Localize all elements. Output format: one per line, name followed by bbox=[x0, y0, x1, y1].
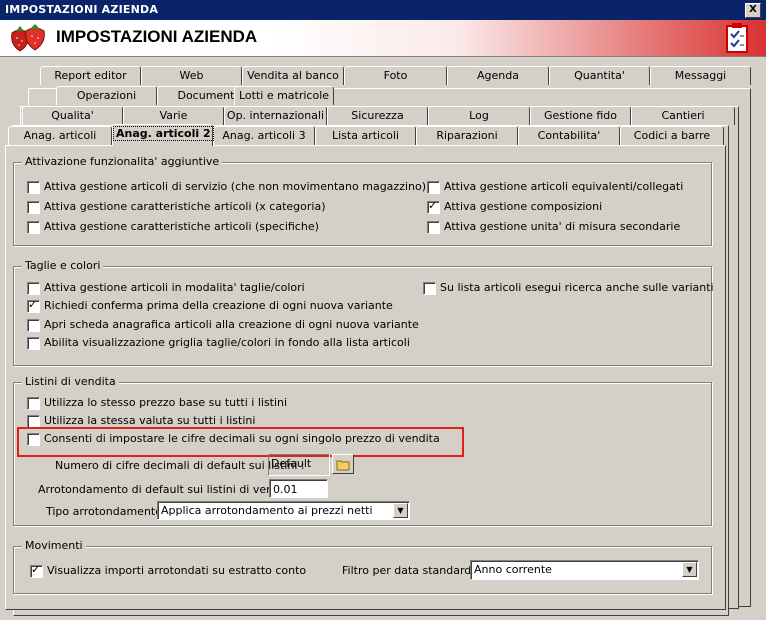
checkbox-composizioni[interactable] bbox=[427, 199, 440, 214]
folder-icon bbox=[336, 460, 350, 471]
decimali-display: Default bbox=[268, 454, 330, 476]
filtro-data-value: Anno corrente bbox=[474, 563, 552, 576]
label-taglie-colori: Attiva gestione articoli in modalita' ta… bbox=[44, 281, 305, 294]
checkbox-unita-misura-secondarie[interactable] bbox=[427, 221, 440, 234]
arrotondamento-input[interactable]: 0.01 bbox=[269, 479, 328, 498]
highlight-box bbox=[17, 427, 464, 457]
label-conferma-variante: Richiedi conferma prima della creazione … bbox=[44, 299, 393, 312]
filtro-data-select[interactable]: Anno corrente ▼ bbox=[470, 560, 699, 580]
label-composizioni: Attiva gestione composizioni bbox=[444, 200, 603, 213]
chevron-down-icon[interactable]: ▼ bbox=[393, 503, 408, 518]
label-articoli-servizio: Attiva gestione articoli di servizio (ch… bbox=[44, 180, 427, 193]
label-articoli-equivalenti: Attiva gestione articoli equivalenti/col… bbox=[444, 180, 684, 193]
group-listini-title: Listini di vendita bbox=[22, 375, 119, 388]
checkbox-griglia-taglie[interactable] bbox=[27, 337, 40, 350]
label-unita-misura-secondarie: Attiva gestione unita' di misura seconda… bbox=[444, 220, 681, 233]
label-ricerca-varianti: Su lista articoli esegui ricerca anche s… bbox=[440, 281, 714, 294]
label-caratteristiche-specifiche: Attiva gestione caratteristiche articoli… bbox=[44, 220, 319, 233]
label-caratteristiche-categoria: Attiva gestione caratteristiche articoli… bbox=[44, 200, 326, 213]
checkbox-importi-arrotondati[interactable] bbox=[30, 563, 43, 578]
checkbox-caratteristiche-specifiche[interactable] bbox=[27, 221, 40, 234]
checkbox-apri-scheda-variante[interactable] bbox=[27, 319, 40, 332]
label-apri-scheda-variante: Apri scheda anagrafica articoli alla cre… bbox=[44, 318, 419, 331]
checkbox-ricerca-varianti[interactable] bbox=[423, 282, 436, 295]
label-stesso-prezzo-base: Utilizza lo stesso prezzo base su tutti … bbox=[44, 396, 288, 409]
checkbox-articoli-servizio[interactable] bbox=[27, 181, 40, 194]
label-stessa-valuta: Utilizza la stessa valuta su tutti i lis… bbox=[44, 414, 256, 427]
decimali-browse-button[interactable] bbox=[332, 454, 354, 474]
group-movimenti-title: Movimenti bbox=[22, 539, 86, 552]
checkbox-stesso-prezzo-base[interactable] bbox=[27, 397, 40, 410]
group-funzionalita-title: Attivazione funzionalita' aggiuntive bbox=[22, 155, 223, 168]
checkbox-conferma-variante[interactable] bbox=[27, 298, 40, 313]
chevron-down-icon[interactable]: ▼ bbox=[682, 562, 697, 577]
label-tipo-arrotondamento: Tipo arrotondamento : bbox=[46, 505, 170, 518]
tipo-arrotondamento-value: Applica arrotondamento ai prezzi netti bbox=[161, 504, 373, 517]
checkbox-caratteristiche-categoria[interactable] bbox=[27, 201, 40, 214]
decimali-value: Default bbox=[271, 457, 312, 470]
group-taglie-title: Taglie e colori bbox=[22, 259, 104, 272]
label-filtro-data: Filtro per data standard : bbox=[342, 564, 479, 577]
tipo-arrotondamento-select[interactable]: Applica arrotondamento ai prezzi netti ▼ bbox=[157, 501, 410, 520]
label-importi-arrotondati: Visualizza importi arrotondati su estrat… bbox=[47, 564, 307, 577]
label-griglia-taglie: Abilita visualizzazione griglia taglie/c… bbox=[44, 336, 410, 349]
checkbox-taglie-colori[interactable] bbox=[27, 282, 40, 295]
label-arrotondamento-default: Arrotondamento di default sui listini di… bbox=[38, 483, 302, 496]
checkbox-articoli-equivalenti[interactable] bbox=[427, 181, 440, 194]
